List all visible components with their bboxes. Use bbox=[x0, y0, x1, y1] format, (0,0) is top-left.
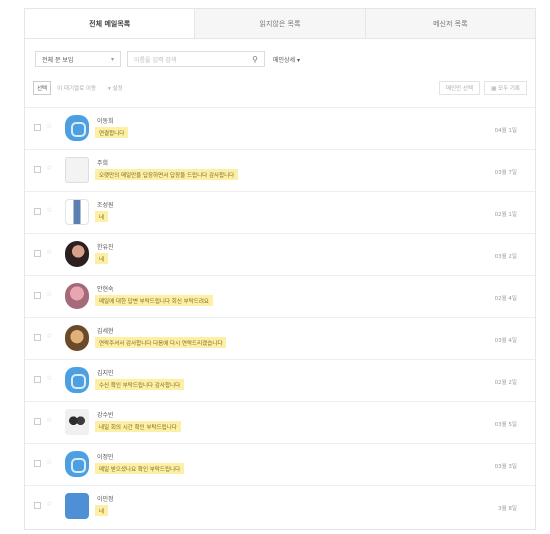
list-item[interactable]: ☆ 안현숙 메일에 대한 답변 부탁드립니다 회신 부탁드려요 02월 4일 bbox=[25, 275, 535, 317]
toolbar-right: 메인만 선택 ▦ 모두 기록 bbox=[439, 81, 527, 95]
sender-name: 김지민 bbox=[97, 370, 114, 377]
star-icon[interactable]: ☆ bbox=[46, 122, 52, 130]
avatar bbox=[65, 199, 89, 225]
sender-name: 안현숙 bbox=[97, 286, 114, 293]
timestamp: 3월 8일 bbox=[498, 506, 517, 512]
timestamp: 03월 5일 bbox=[494, 422, 517, 428]
star-icon[interactable]: ☆ bbox=[46, 164, 52, 172]
mail-list-panel: 전체 메일목록 읽지않은 목록 메신저 목록 전체 문 보임 ▾ 이름을 입력 … bbox=[24, 8, 536, 530]
chevron-down-icon: ▾ bbox=[110, 55, 114, 63]
avatar bbox=[65, 283, 89, 309]
list-item[interactable]: ☆ 주희 오랫만의 메일만을 답장하면서 답장을 드립니다 감사합니다 03월 … bbox=[25, 149, 535, 191]
row-checkbox[interactable] bbox=[34, 334, 41, 341]
toolbar: 선택 이 대기열로 이동 ▾ 설정 메인만 선택 ▦ 모두 기록 bbox=[25, 77, 535, 99]
timestamp: 02월 4일 bbox=[494, 296, 517, 302]
sender-name: 이정민 bbox=[97, 454, 114, 461]
tab-messenger[interactable]: 메신저 목록 bbox=[365, 9, 535, 38]
list-item[interactable]: ☆ 강수빈 내일 회의 시간 확인 부탁드립니다 03월 5일 bbox=[25, 401, 535, 443]
avatar bbox=[65, 493, 89, 519]
row-checkbox[interactable] bbox=[34, 460, 41, 467]
message-preview: 메일에 대한 답변 부탁드립니다 회신 부탁드려요 bbox=[95, 295, 213, 306]
list-item[interactable]: ☆ 김세현 연락주셔서 감사합니다 다음에 다시 연락드리겠습니다 03월 4일 bbox=[25, 317, 535, 359]
sender-name: 강수빈 bbox=[97, 412, 114, 419]
sender-name: 김세현 bbox=[97, 328, 114, 335]
search-icon[interactable]: ⚲ bbox=[252, 55, 258, 64]
row-checkbox[interactable] bbox=[34, 208, 41, 215]
message-preview: 내일 회의 시간 확인 부탁드립니다 bbox=[95, 421, 181, 432]
list-item[interactable]: ☆ 이정민 메일 받으셨나요 확인 부탁드립니다 03월 3일 bbox=[25, 443, 535, 485]
row-checkbox[interactable] bbox=[34, 418, 41, 425]
timestamp: 03월 3일 bbox=[494, 464, 517, 470]
star-icon[interactable]: ☆ bbox=[46, 500, 52, 508]
list-item[interactable]: ☆ 조성원 네 02월 1일 bbox=[25, 191, 535, 233]
select-mail-button[interactable]: 메인만 선택 bbox=[439, 81, 481, 95]
star-icon[interactable]: ☆ bbox=[46, 290, 52, 298]
row-checkbox[interactable] bbox=[34, 124, 41, 131]
row-checkbox[interactable] bbox=[34, 250, 41, 257]
tab-bar: 전체 메일목록 읽지않은 목록 메신저 목록 bbox=[25, 9, 535, 39]
sender-name: 이민정 bbox=[97, 496, 114, 503]
message-preview: 연결합니다 bbox=[95, 127, 129, 138]
list-item[interactable]: ☆ 김지민 수신 확인 부탁드립니다 감사합니다 02월 2일 bbox=[25, 359, 535, 401]
row-checkbox[interactable] bbox=[34, 166, 41, 173]
avatar bbox=[65, 241, 89, 267]
sender-name: 한유진 bbox=[97, 244, 114, 251]
message-preview: 네 bbox=[95, 505, 109, 516]
record-all-button[interactable]: ▦ 모두 기록 bbox=[484, 81, 527, 95]
filter-bar: 전체 문 보임 ▾ 이름을 입력 검색 ⚲ 메인상세 ▾ bbox=[25, 45, 535, 73]
avatar bbox=[65, 157, 89, 183]
star-icon[interactable]: ☆ bbox=[46, 332, 52, 340]
timestamp: 02월 1일 bbox=[494, 212, 517, 218]
filter-select[interactable]: 전체 문 보임 ▾ bbox=[35, 51, 121, 67]
message-preview: 연락주셔서 감사합니다 다음에 다시 연락드리겠습니다 bbox=[95, 337, 227, 348]
row-checkbox[interactable] bbox=[34, 376, 41, 383]
list-item[interactable]: ☆ 이민정 네 3월 8일 bbox=[25, 485, 535, 529]
timestamp: 03월 7일 bbox=[494, 170, 517, 176]
star-icon[interactable]: ☆ bbox=[46, 416, 52, 424]
avatar bbox=[65, 115, 89, 141]
star-icon[interactable]: ☆ bbox=[46, 458, 52, 466]
message-preview: 네 bbox=[95, 253, 109, 264]
timestamp: 04월 1일 bbox=[494, 128, 517, 134]
search-placeholder: 이름을 입력 검색 bbox=[134, 56, 177, 64]
star-icon[interactable]: ☆ bbox=[46, 248, 52, 256]
message-preview: 오랫만의 메일만을 답장하면서 답장을 드립니다 감사합니다 bbox=[95, 169, 239, 180]
avatar bbox=[65, 367, 89, 393]
row-checkbox[interactable] bbox=[34, 292, 41, 299]
sender-name: 주희 bbox=[97, 160, 109, 167]
timestamp: 03월 2일 bbox=[494, 254, 517, 260]
tab-all-mail[interactable]: 전체 메일목록 bbox=[25, 9, 196, 38]
timestamp: 03월 4일 bbox=[494, 338, 517, 344]
sender-name: 이동희 bbox=[97, 118, 114, 125]
message-list: ☆ 이동희 연결합니다 04월 1일 ☆ 주희 오랫만의 메일만을 답장하면서 … bbox=[25, 107, 535, 529]
list-item[interactable]: ☆ 이동희 연결합니다 04월 1일 bbox=[25, 107, 535, 149]
star-icon[interactable]: ☆ bbox=[46, 206, 52, 214]
sender-name: 조성원 bbox=[97, 202, 114, 209]
avatar bbox=[65, 325, 89, 351]
message-preview: 메일 받으셨나요 확인 부탁드립니다 bbox=[95, 463, 185, 474]
avatar bbox=[65, 409, 89, 435]
timestamp: 02월 2일 bbox=[494, 380, 517, 386]
message-preview: 네 bbox=[95, 211, 109, 222]
select-all-button[interactable]: 선택 bbox=[33, 81, 52, 95]
avatar bbox=[65, 451, 89, 477]
star-icon[interactable]: ☆ bbox=[46, 374, 52, 382]
list-item[interactable]: ☆ 한유진 네 03월 2일 bbox=[25, 233, 535, 275]
tab-unread[interactable]: 읽지않은 목록 bbox=[195, 9, 366, 38]
message-preview: 수신 확인 부탁드립니다 감사합니다 bbox=[95, 379, 185, 390]
row-checkbox[interactable] bbox=[34, 502, 41, 509]
settings-button[interactable]: ▾ 설정 bbox=[102, 81, 129, 95]
move-button[interactable]: 이 대기열로 이동 bbox=[51, 81, 102, 95]
detail-search-toggle[interactable]: 메인상세 ▾ bbox=[273, 55, 300, 64]
filter-select-value: 전체 문 보임 bbox=[42, 56, 74, 64]
search-input[interactable]: 이름을 입력 검색 ⚲ bbox=[127, 51, 265, 67]
